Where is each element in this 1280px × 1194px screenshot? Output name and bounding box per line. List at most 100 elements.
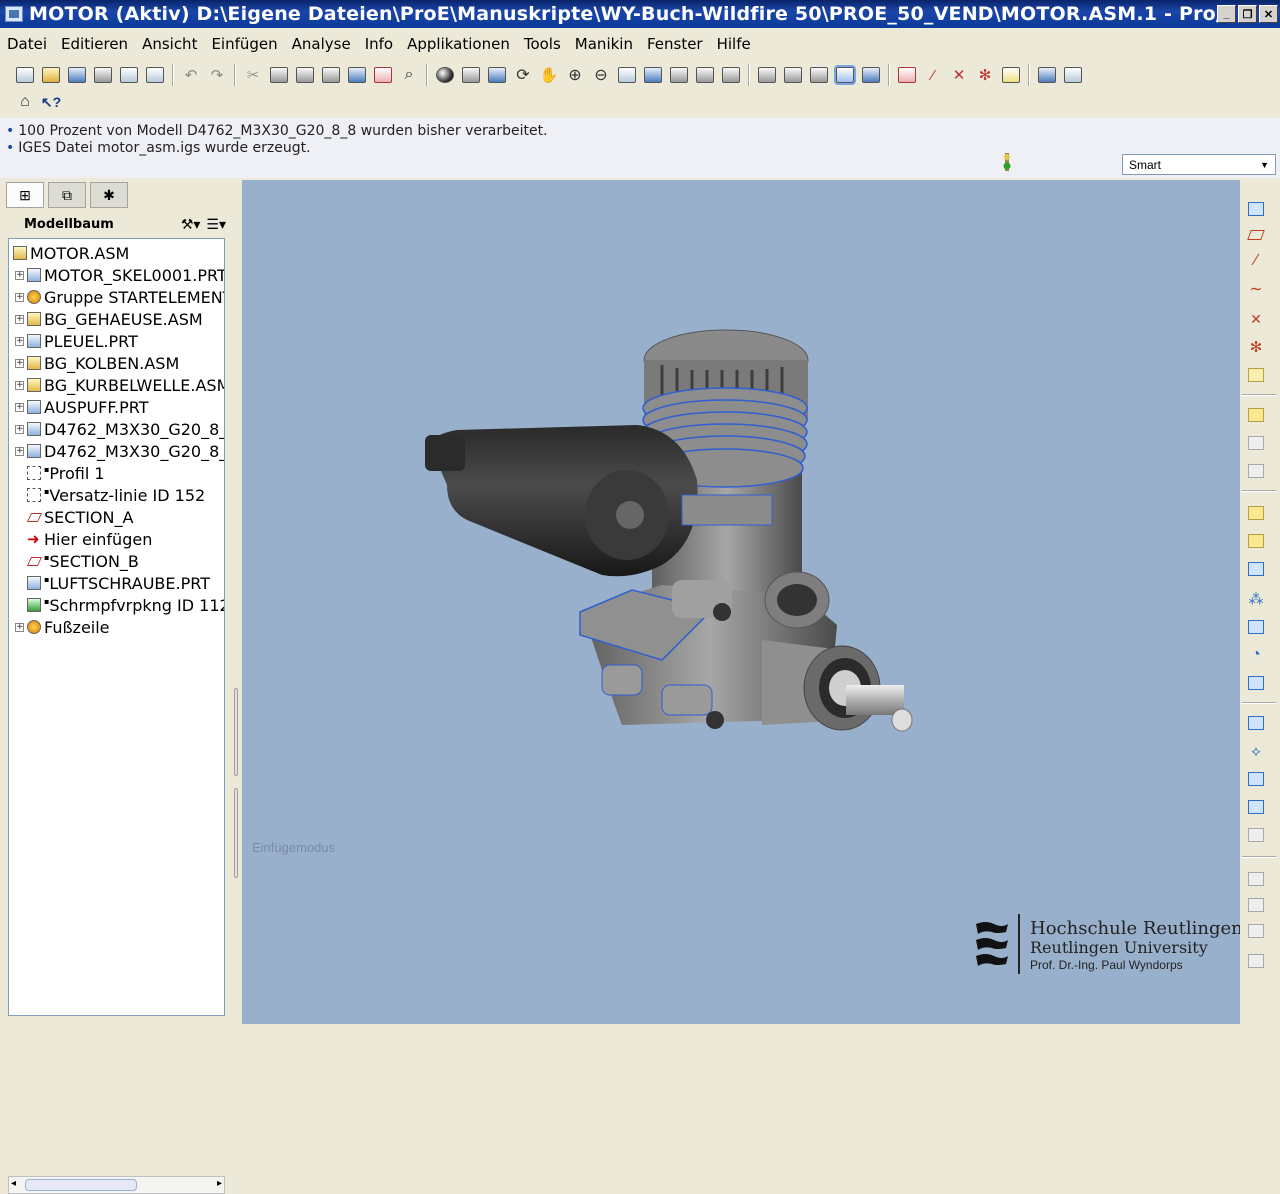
tab-model-tree[interactable]: ⊞: [6, 182, 44, 208]
tree-item[interactable]: + BG_KOLBEN.ASM: [9, 352, 224, 374]
enhanced-realism-button[interactable]: [858, 63, 884, 87]
tree-item[interactable]: ▪ LUFTSCHRAUBE.PRT: [9, 572, 224, 594]
expand-icon[interactable]: +: [15, 424, 24, 434]
menu-analyse[interactable]: Analyse: [285, 35, 358, 53]
sketch-tool-button[interactable]: [1244, 198, 1268, 220]
regen-manager-button[interactable]: [370, 63, 396, 87]
pattern-button[interactable]: ⁂: [1244, 588, 1268, 610]
copy-feature-button[interactable]: [1244, 712, 1268, 734]
reorient-button[interactable]: [640, 63, 666, 87]
graphics-window[interactable]: Einfügemodus Hochschule Reutlingen Reutl…: [242, 180, 1243, 1024]
datum-axes-toggle[interactable]: ⁄: [920, 63, 946, 87]
menu-hilfe[interactable]: Hilfe: [710, 35, 758, 53]
tree-item[interactable]: ➜ Hier einfügen: [9, 528, 224, 550]
tab-favorites[interactable]: ✱: [90, 182, 128, 208]
print-button[interactable]: [90, 63, 116, 87]
zoom-out-button[interactable]: ⊖: [588, 63, 614, 87]
thicken-button[interactable]: [1244, 920, 1268, 942]
expand-icon[interactable]: +: [15, 446, 24, 456]
menu-applikationen[interactable]: Applikationen: [400, 35, 517, 53]
merge-button[interactable]: [1244, 502, 1268, 524]
tree-item[interactable]: SECTION_A: [9, 506, 224, 528]
shading-button[interactable]: [432, 63, 458, 87]
no-hidden-button[interactable]: [806, 63, 832, 87]
regenerate-button[interactable]: [344, 63, 370, 87]
show-icon[interactable]: ☰▾: [206, 216, 226, 233]
cut-button[interactable]: ✂: [240, 63, 266, 87]
datum-points-toggle[interactable]: ✕: [946, 63, 972, 87]
datum-curve-tool-button[interactable]: ∼: [1244, 278, 1268, 300]
find-button[interactable]: ⌕: [396, 63, 422, 87]
coordinate-systems-toggle[interactable]: ✻: [972, 63, 998, 87]
wireframe-button[interactable]: [754, 63, 780, 87]
shaded-button[interactable]: [832, 63, 858, 87]
surface-button[interactable]: [1244, 796, 1268, 818]
tree-root[interactable]: MOTOR.ASM: [9, 242, 224, 264]
appearance-button[interactable]: [484, 63, 510, 87]
trim-button[interactable]: [1244, 868, 1268, 890]
scroll-left-icon[interactable]: ◂: [11, 1178, 16, 1189]
redo-button[interactable]: ↷: [204, 63, 230, 87]
menu-editieren[interactable]: Editieren: [54, 35, 135, 53]
window-close-button[interactable]: [1060, 63, 1086, 87]
datum-axis-tool-button[interactable]: ⁄: [1244, 250, 1268, 272]
spin-button[interactable]: ⟳: [510, 63, 536, 87]
scroll-right-icon[interactable]: ▸: [217, 1178, 222, 1189]
app-icon[interactable]: [5, 6, 23, 22]
tree-item[interactable]: + D4762_M3X30_G20_8_8: [9, 440, 224, 462]
expand-icon[interactable]: +: [15, 336, 24, 346]
layers-button[interactable]: [692, 63, 718, 87]
tree-item[interactable]: ▪ SECTION_B: [9, 550, 224, 572]
cut-out-button[interactable]: [1244, 530, 1268, 552]
tree-item[interactable]: + MOTOR_SKEL0001.PRT: [9, 264, 224, 286]
email-button[interactable]: [116, 63, 142, 87]
mirror-button[interactable]: ⟡: [1244, 740, 1268, 762]
zoom-in-button[interactable]: ⊕: [562, 63, 588, 87]
maximize-button[interactable]: ❐: [1238, 5, 1257, 23]
boundary-blend-button[interactable]: [1244, 824, 1268, 846]
annotations-toggle[interactable]: [998, 63, 1024, 87]
hole-button[interactable]: [1244, 672, 1268, 694]
analysis-feature-button[interactable]: [1244, 364, 1268, 386]
datum-point-tool-button[interactable]: ✕: [1244, 308, 1268, 330]
tree-item[interactable]: + BG_GEHAEUSE.ASM: [9, 308, 224, 330]
datum-planes-toggle[interactable]: [894, 63, 920, 87]
expand-icon[interactable]: +: [15, 402, 24, 412]
settings-icon[interactable]: ⚒▾: [181, 216, 201, 233]
expand-icon[interactable]: +: [15, 380, 24, 390]
minimize-button[interactable]: _: [1217, 5, 1236, 23]
menu-manikin[interactable]: Manikin: [568, 35, 640, 53]
tree-item[interactable]: ▪ Profil 1: [9, 462, 224, 484]
hidden-line-button[interactable]: [780, 63, 806, 87]
new-file-button[interactable]: [12, 63, 38, 87]
extend-button[interactable]: [1244, 894, 1268, 916]
datum-plane-tool-button[interactable]: [1244, 224, 1268, 246]
window-activate-button[interactable]: [1034, 63, 1060, 87]
tree-item[interactable]: + D4762_M3X30_G20_8_8: [9, 418, 224, 440]
expand-icon[interactable]: +: [15, 314, 24, 324]
saved-views-button[interactable]: [666, 63, 692, 87]
open-file-button[interactable]: [38, 63, 64, 87]
tab-folder-browser[interactable]: ⧉: [48, 182, 86, 208]
pan-button[interactable]: ✋: [536, 63, 562, 87]
grid-button[interactable]: [1244, 950, 1268, 972]
tree-item[interactable]: + Fußzeile: [9, 616, 224, 638]
menu-fenster[interactable]: Fenster: [640, 35, 710, 53]
paste-button[interactable]: [292, 63, 318, 87]
offset-button[interactable]: [1244, 768, 1268, 790]
menu-einfuegen[interactable]: Einfügen: [204, 35, 284, 53]
package-button[interactable]: [1244, 460, 1268, 482]
scrollbar-thumb[interactable]: [25, 1179, 137, 1191]
copy-button[interactable]: [266, 63, 292, 87]
panel-splitter[interactable]: [232, 680, 240, 880]
expand-icon[interactable]: +: [15, 622, 24, 632]
shrinkwrap-button[interactable]: [1244, 558, 1268, 580]
tree-item[interactable]: ▪ Schrmpfvrpkng ID 1120: [9, 594, 224, 616]
undo-button[interactable]: ↶: [178, 63, 204, 87]
menu-tools[interactable]: Tools: [517, 35, 568, 53]
menu-ansicht[interactable]: Ansicht: [135, 35, 204, 53]
tree-item[interactable]: + AUSPUFF.PRT: [9, 396, 224, 418]
email-link-button[interactable]: [142, 63, 168, 87]
tree-horizontal-scrollbar[interactable]: ◂ ▸: [8, 1176, 225, 1194]
save-button[interactable]: [64, 63, 90, 87]
